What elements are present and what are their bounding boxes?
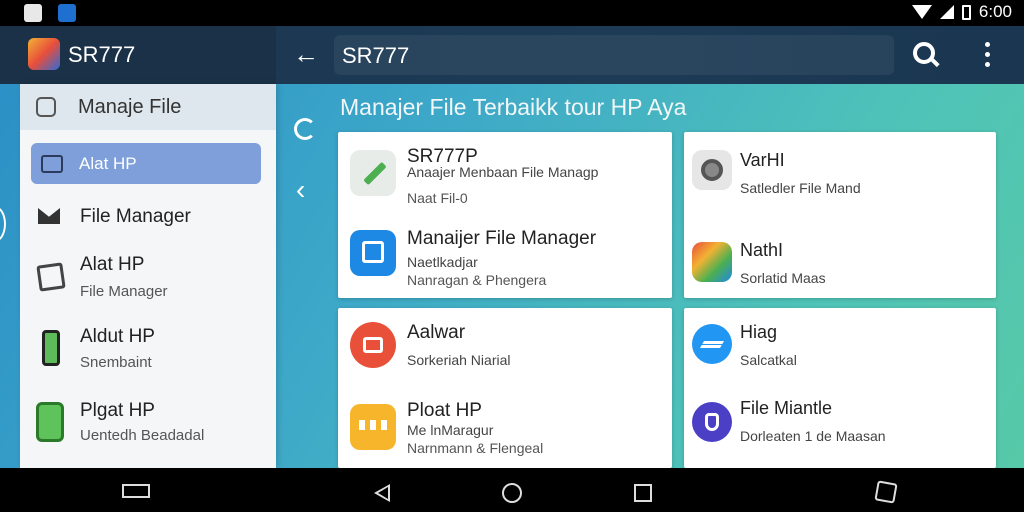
drawer-item-label: Plgat HP — [80, 400, 155, 421]
media-icon — [350, 322, 396, 368]
status-right: 6:00 — [911, 2, 1012, 22]
card-item-title: File Miantle — [740, 398, 833, 418]
drawer-item-plgat-hp[interactable]: Plgat HP Uentedh Beadadal — [20, 400, 276, 454]
chevron-left-icon[interactable]: ‹ — [296, 176, 305, 204]
nav-home-icon[interactable] — [502, 483, 522, 503]
card-item-title: Hiag — [740, 322, 778, 342]
main-area: SR777 ← SR777 Manaje File Alat HP File M… — [0, 26, 1024, 468]
card-item-subtitle: Dorleaten 1 de Maasan — [740, 428, 886, 444]
app-title: SR777 — [68, 42, 136, 67]
drawer-item-label: Alat HP — [80, 254, 145, 275]
nav-recents-icon[interactable] — [634, 484, 652, 502]
pencil-icon — [350, 150, 396, 196]
card-item-subtitle: Naetlkadjar — [407, 254, 478, 270]
app-card[interactable]: Hiag Salcatkal File Miantle Dorleaten 1 … — [684, 308, 996, 468]
card-item-subtitle: Salcatkal — [740, 352, 797, 368]
phone-green-icon — [36, 402, 64, 442]
clock: 6:00 — [978, 2, 1012, 21]
search-field[interactable]: SR777 — [334, 35, 894, 75]
drawer-item-active[interactable]: Alat HP — [31, 143, 261, 184]
app-card[interactable]: Aalwar Sorkeriah Niarial Ploat HP Me lnM… — [338, 308, 672, 468]
card-item-detail: Naat Fil-0 — [407, 190, 468, 206]
drawer-item-sublabel: Uentedh Beadadal — [80, 427, 205, 444]
navigation-drawer: Manaje File Alat HP File Manager Alat HP… — [20, 84, 276, 468]
drawer-item-label: Aldut HP — [80, 326, 155, 347]
grid-icon — [350, 404, 396, 450]
drawer-item-label: File Manager — [80, 206, 191, 227]
card-item-detail: Narnmann & Flengeal — [407, 440, 544, 456]
card-item-title: NathI — [740, 240, 784, 260]
card-item-title: Manaijer File Manager — [407, 228, 597, 249]
card-item-subtitle: Sorlatid Maas — [740, 270, 826, 286]
edge-handle[interactable] — [0, 206, 6, 242]
back-arrow-icon[interactable]: ← — [293, 40, 319, 68]
signal-icon — [939, 5, 954, 19]
app-bar: SR777 ← SR777 — [0, 26, 1024, 84]
more-vert-icon[interactable] — [985, 42, 991, 68]
search-text: SR777 — [342, 43, 410, 68]
app-notification-icon — [58, 4, 76, 22]
app-logo-icon — [28, 38, 60, 70]
drawer-section-label: Manaje File — [78, 96, 182, 118]
messenger-icon — [692, 324, 732, 364]
recents-alt-icon[interactable] — [122, 484, 150, 498]
card-item-title: VarHI — [740, 150, 785, 170]
card-item-subtitle: Sorkeriah Niarial — [407, 352, 511, 368]
refresh-icon[interactable] — [294, 118, 316, 140]
tools-icon — [36, 262, 66, 292]
search-icon[interactable] — [913, 42, 935, 64]
app-card[interactable]: VarHI Satledler File Mand NathI Sorlatid… — [684, 132, 996, 298]
drawer-item-label: Alat HP — [79, 154, 137, 173]
drawer-item-sublabel: Snembaint — [80, 354, 152, 371]
card-item-title: Aalwar — [407, 322, 466, 343]
screenshot-icon[interactable] — [874, 480, 898, 504]
card-item-subtitle: Satledler File Mand — [740, 180, 861, 196]
shield-icon — [692, 402, 732, 442]
phone-icon — [42, 330, 60, 366]
system-nav-bar — [0, 468, 1024, 512]
monitor-icon — [41, 155, 63, 173]
drawer-item-file-manager[interactable]: File Manager — [20, 202, 276, 236]
nav-back-icon[interactable] — [374, 484, 390, 502]
card-item-subtitle: Me lnMaragur — [407, 422, 494, 438]
drawer-header: SR777 — [0, 26, 276, 84]
notification-icon — [24, 4, 42, 22]
app-card[interactable]: SR777P Anaajer Menbaan File Managp Naat … — [338, 132, 672, 298]
file-manager-icon — [350, 230, 396, 276]
drawer-item-alat-hp[interactable]: Alat HP File Manager — [20, 254, 276, 308]
battery-icon — [961, 4, 971, 20]
folder-icon — [692, 242, 732, 282]
drawer-item-aldut-hp[interactable]: Aldut HP Snembaint — [20, 326, 276, 380]
mail-icon — [38, 208, 60, 224]
folder-outline-icon — [36, 97, 56, 117]
card-item-title: Ploat HP — [407, 400, 482, 421]
wifi-icon — [911, 5, 932, 19]
drawer-item-sublabel: File Manager — [80, 283, 168, 300]
camera-icon — [692, 150, 732, 190]
section-title: Manajer File Terbaikk tour HP Aya — [340, 94, 687, 120]
drawer-section-header[interactable]: Manaje File — [20, 84, 276, 130]
card-item-detail: Nanragan & Phengera — [407, 272, 547, 288]
card-item-subtitle: Anaajer Menbaan File Managp — [407, 164, 599, 180]
status-bar: 6:00 — [0, 0, 1024, 26]
